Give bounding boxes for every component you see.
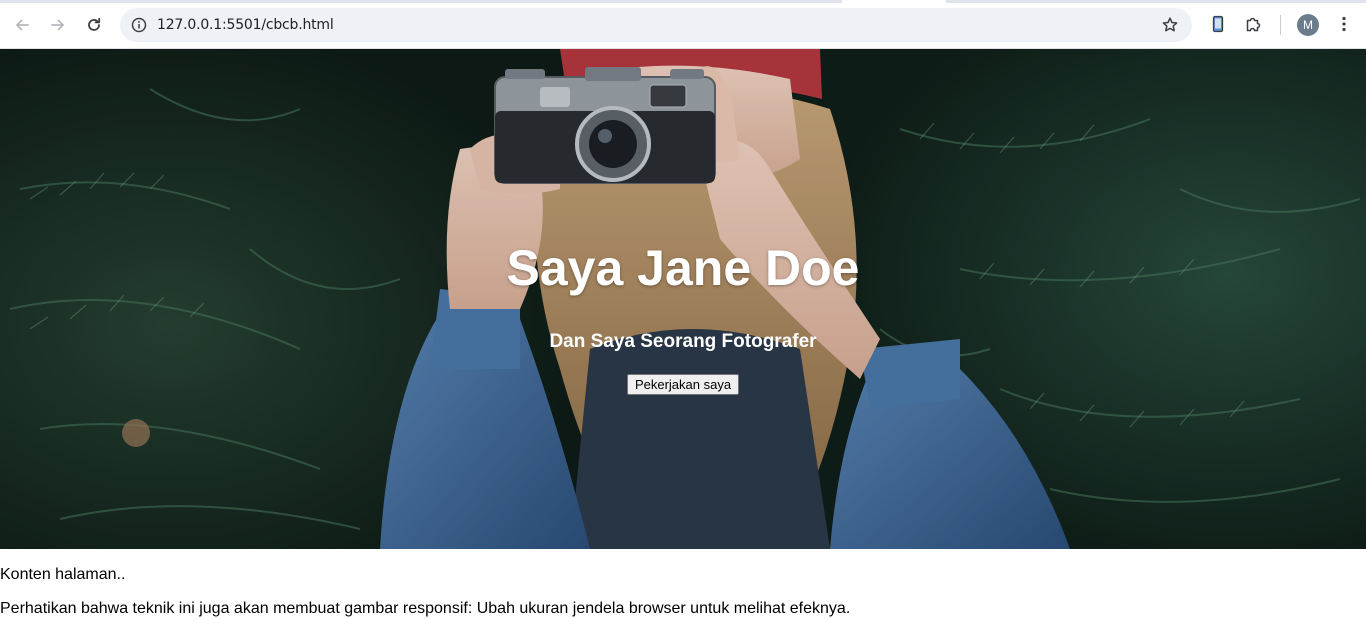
hire-me-button[interactable]: Pekerjakan saya (627, 374, 739, 395)
reload-button[interactable] (79, 10, 109, 40)
phone-icon (1212, 15, 1224, 33)
forward-button[interactable] (43, 10, 73, 40)
tab-strip-edge (0, 0, 1366, 3)
arrow-left-icon (16, 19, 29, 31)
address-bar[interactable]: 127.0.0.1:5501/cbcb.html (120, 8, 1192, 42)
reading-mode-button[interactable] (1205, 11, 1231, 37)
browser-toolbar: 127.0.0.1:5501/cbcb.html M (0, 0, 1366, 49)
arrow-right-icon (51, 19, 64, 31)
hero-background-image (0, 49, 1366, 549)
puzzle-icon (1246, 17, 1261, 32)
hero-subtitle: Dan Saya Seorang Fotografer (549, 331, 817, 352)
toolbar-separator (1280, 15, 1281, 35)
extensions-button[interactable] (1241, 11, 1267, 37)
reload-icon (88, 17, 101, 31)
back-button[interactable] (7, 10, 37, 40)
bookmark-button[interactable] (1158, 13, 1182, 37)
url-text[interactable]: 127.0.0.1:5501/cbcb.html (157, 8, 334, 42)
hero-section: Saya Jane Doe Dan Saya Seorang Fotografe… (0, 49, 1366, 549)
content-note-paragraph: Perhatikan bahwa teknik ini juga akan me… (0, 600, 851, 617)
star-icon (1162, 17, 1178, 32)
kebab-menu-icon (1342, 16, 1346, 32)
content-paragraph: Konten halaman.. (0, 566, 126, 583)
site-info-button[interactable] (126, 12, 152, 38)
browser-menu-button[interactable] (1331, 11, 1357, 37)
profile-avatar[interactable]: M (1297, 14, 1319, 36)
hero-title: Saya Jane Doe (506, 240, 860, 296)
info-icon (131, 17, 147, 33)
